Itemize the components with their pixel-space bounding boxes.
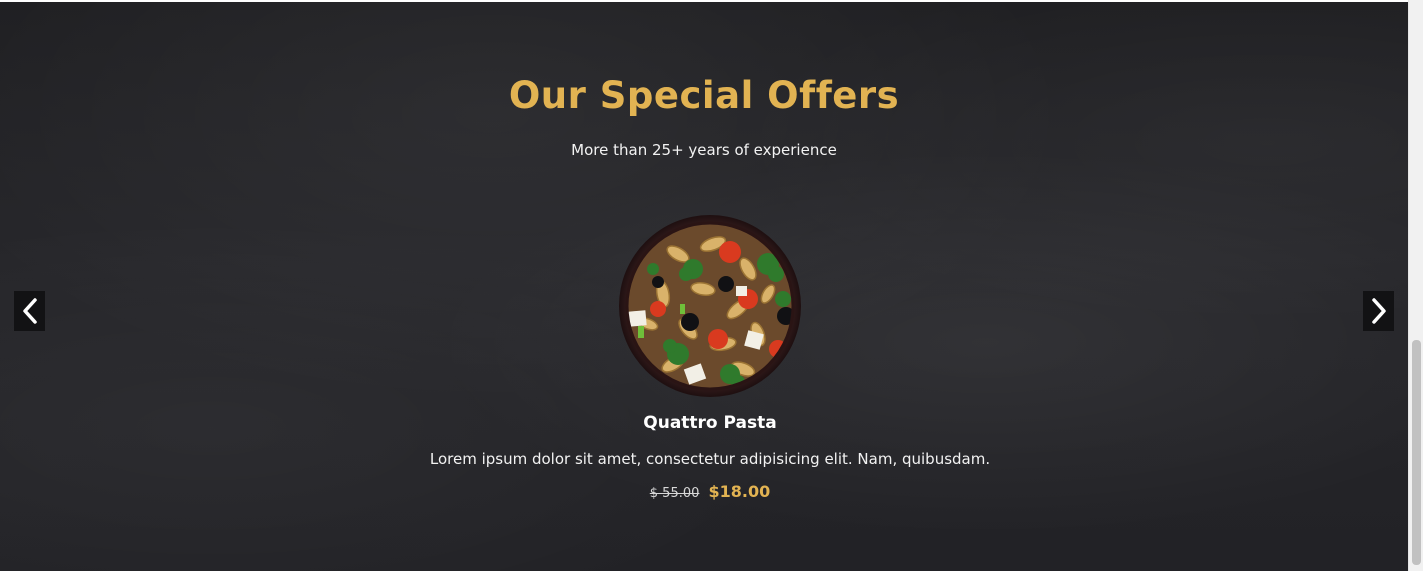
offer-prices: $ 55.00 $18.00 [0, 482, 1408, 501]
chevron-left-icon [22, 298, 37, 324]
scrollbar-thumb[interactable] [1412, 340, 1421, 565]
section-subtitle: More than 25+ years of experience [571, 141, 837, 159]
offer-new-price: $18.00 [708, 482, 771, 501]
offer-old-price: $ 55.00 [649, 486, 700, 501]
top-divider [0, 0, 1408, 2]
offer-image [619, 215, 801, 397]
carousel-prev-button[interactable] [14, 291, 45, 331]
special-offers-section: Our Special Offers More than 25+ years o… [0, 0, 1408, 571]
page-scrollbar[interactable] [1408, 0, 1423, 571]
offer-name: Quattro Pasta [643, 413, 777, 433]
carousel-next-button[interactable] [1363, 291, 1394, 331]
section-title: Our Special Offers [508, 74, 900, 117]
chevron-right-icon [1371, 298, 1386, 324]
offer-description: Lorem ipsum dolor sit amet, consectetur … [429, 450, 991, 468]
